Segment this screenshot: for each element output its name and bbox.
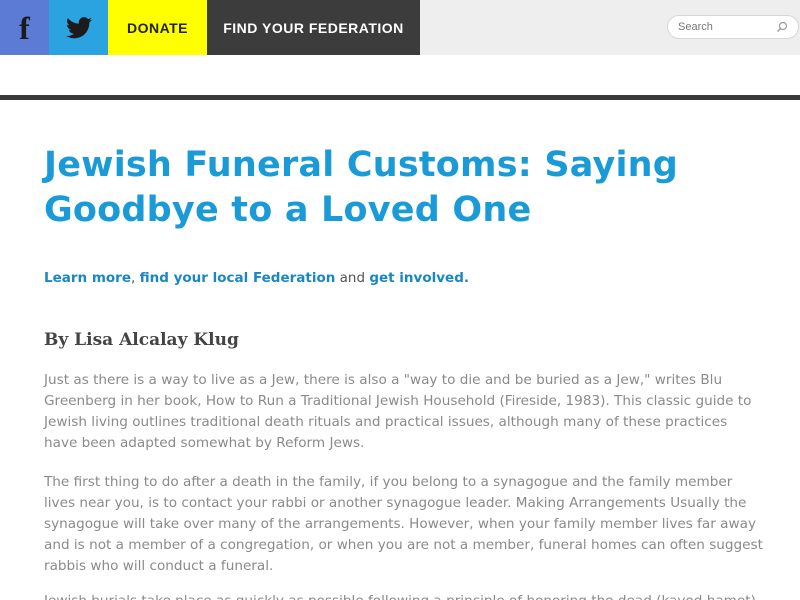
twitter-icon (65, 16, 92, 38)
search-input[interactable] (678, 19, 774, 35)
facebook-icon: f (19, 9, 30, 46)
call-to-action: Learn more, find your local Federation a… (44, 270, 469, 286)
learn-more-link[interactable]: Learn more (44, 270, 131, 286)
cta-separator: , (131, 270, 140, 286)
header-divider (0, 95, 800, 100)
donate-button[interactable]: DONATE (108, 0, 207, 55)
page-title: Jewish Funeral Customs: Saying Goodbye t… (44, 145, 679, 230)
find-federation-button[interactable]: FIND YOUR FEDERATION (207, 0, 420, 55)
author-byline: By Lisa Alcalay Klug (44, 330, 239, 350)
article-paragraph: Jewish burials take place as quickly as … (44, 591, 764, 600)
top-bar: f DONATE FIND YOUR FEDERATION (0, 0, 800, 55)
article-paragraph: The first thing to do after a death in t… (44, 474, 763, 574)
find-local-federation-link[interactable]: find your local Federation (140, 270, 336, 286)
article-paragraph: Just as there is a way to live as a Jew,… (44, 372, 752, 451)
twitter-button[interactable] (49, 0, 108, 55)
cta-and: and (335, 270, 370, 286)
get-involved-link[interactable]: get involved. (369, 270, 469, 286)
search-icon[interactable] (776, 21, 788, 33)
search-box (667, 15, 799, 39)
facebook-button[interactable]: f (0, 0, 49, 55)
